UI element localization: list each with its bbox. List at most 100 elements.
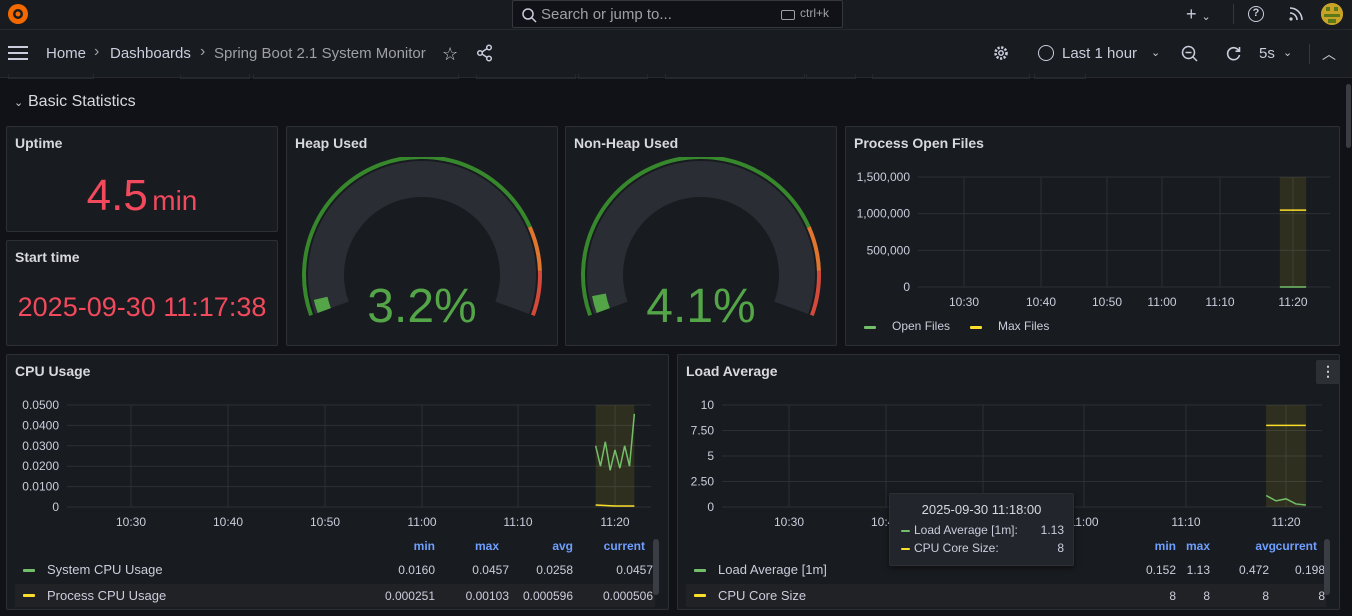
keyboard-icon bbox=[781, 10, 795, 20]
start-time-value: 2025-09-30 11:17:38 bbox=[17, 292, 267, 322]
x-tick-label: 11:00 bbox=[1147, 295, 1176, 309]
divider bbox=[1309, 44, 1310, 64]
x-tick-label: 11:10 bbox=[503, 515, 532, 529]
y-tick-label: 500,000 bbox=[867, 243, 911, 257]
time-picker-button[interactable]: Last 1 hour ⌄ bbox=[1030, 38, 1168, 70]
dashboard-nav-bar: Home › Dashboards › Spring Boot 2.1 Syst… bbox=[0, 30, 1352, 78]
panel-heap-used[interactable]: Heap Used 3.2% bbox=[286, 126, 558, 346]
table-header-max[interactable]: max bbox=[451, 539, 499, 553]
refresh-interval-picker[interactable]: 5s ⌄ bbox=[1252, 38, 1298, 70]
breadcrumb-dashboards[interactable]: Dashboards bbox=[110, 45, 191, 62]
legend-color-swatch bbox=[970, 326, 982, 329]
breadcrumb-current-dashboard: Spring Boot 2.1 System Monitor bbox=[214, 45, 426, 62]
y-tick-label: 0.0200 bbox=[22, 459, 59, 473]
panel-start-time[interactable]: Start time 2025-09-30 11:17:38 bbox=[6, 240, 278, 346]
heap-value: 3.2% bbox=[367, 280, 477, 333]
plus-icon: + bbox=[1186, 4, 1197, 24]
y-tick-label: 0.0400 bbox=[22, 418, 59, 432]
x-tick-label: 10:30 bbox=[949, 295, 979, 309]
hidden-variable-tab bbox=[665, 74, 805, 79]
clock-icon bbox=[1038, 45, 1054, 61]
hidden-variable-tab bbox=[476, 74, 576, 79]
new-menu-button[interactable]: + ⌄ bbox=[1186, 4, 1211, 25]
legend-row[interactable]: CPU Core Size 8 8 8 8 bbox=[686, 584, 1326, 607]
panel-load-average[interactable]: Load Average ⋮ 107.5052.50010:3010:4010:… bbox=[677, 354, 1340, 610]
legend-scrollbar[interactable] bbox=[1324, 539, 1330, 595]
star-icon[interactable]: ☆ bbox=[442, 44, 458, 65]
refresh-interval-label: 5s bbox=[1259, 45, 1275, 62]
x-tick-label: 11:00 bbox=[407, 515, 436, 529]
tooltip-value: 8 bbox=[1057, 541, 1064, 555]
y-tick-label: 2.50 bbox=[691, 475, 715, 489]
table-header-min[interactable]: min bbox=[387, 539, 435, 553]
chevron-down-icon: ⌄ bbox=[1201, 11, 1211, 23]
chart-tooltip: 2025-09-30 11:18:00 Load Average [1m]: 1… bbox=[889, 493, 1074, 566]
panel-uptime[interactable]: Uptime 4.5 min bbox=[6, 126, 278, 232]
non-heap-value: 4.1% bbox=[646, 280, 756, 333]
grafana-logo-icon[interactable] bbox=[6, 2, 30, 26]
table-header-max[interactable]: max bbox=[1162, 539, 1210, 553]
legend-scrollbar[interactable] bbox=[653, 539, 659, 595]
open-files-chart[interactable]: 1,500,000 1,000,000 500,000 0 10:30 10:40 10:5… bbox=[846, 157, 1339, 317]
legend-row[interactable]: System CPU Usage 0.0160 0.0457 0.0258 0.… bbox=[15, 559, 655, 582]
breadcrumb-home[interactable]: Home bbox=[46, 45, 86, 62]
legend-avg: 0.0258 bbox=[536, 563, 573, 577]
page-scrollbar[interactable] bbox=[1346, 84, 1351, 148]
x-tick-label: 11:20 bbox=[1271, 515, 1300, 529]
y-tick-label: 7.50 bbox=[691, 424, 715, 438]
panel-title: Heap Used bbox=[295, 135, 368, 151]
row-title: Basic Statistics bbox=[28, 93, 136, 110]
legend-label: Open Files bbox=[892, 319, 951, 333]
legend-label: Process CPU Usage bbox=[47, 588, 167, 603]
hidden-variable-tab bbox=[253, 74, 459, 79]
legend-min: 0.0160 bbox=[398, 563, 435, 577]
chevron-up-icon[interactable]: ︿ bbox=[1322, 44, 1336, 64]
y-tick-label: 0.0300 bbox=[22, 439, 59, 453]
x-tick-label: 10:40 bbox=[213, 515, 243, 529]
legend-row[interactable]: Process CPU Usage 0.000251 0.00103 0.000… bbox=[15, 584, 655, 607]
legend-current: 0.198 bbox=[1294, 563, 1325, 577]
hidden-variable-tab bbox=[8, 74, 94, 79]
table-header-avg[interactable]: avg bbox=[525, 539, 573, 553]
cpu-usage-chart[interactable]: 0.0500 0.0400 0.0300 0.0200 0.0100 0 10:30 10:4… bbox=[7, 385, 668, 535]
time-range-label: Last 1 hour bbox=[1062, 45, 1138, 62]
x-tick-label: 10:30 bbox=[116, 515, 146, 529]
panel-process-open-files[interactable]: Process Open Files 1,500,000 1,000,000 500… bbox=[845, 126, 1340, 346]
panel-title: CPU Usage bbox=[15, 363, 91, 379]
panel-menu-icon[interactable]: ⋮ bbox=[1316, 360, 1340, 384]
legend-color-swatch bbox=[694, 594, 706, 597]
zoom-out-icon[interactable] bbox=[1181, 45, 1198, 62]
news-rss-icon[interactable] bbox=[1288, 6, 1304, 22]
hidden-variable-tab bbox=[180, 74, 250, 79]
table-header-current[interactable]: current bbox=[1269, 539, 1317, 553]
table-header-current[interactable]: current bbox=[597, 539, 645, 553]
share-icon[interactable] bbox=[476, 44, 494, 62]
tooltip-swatch bbox=[901, 548, 910, 550]
y-tick-label: 0 bbox=[903, 280, 910, 294]
legend-max: 0.00103 bbox=[465, 589, 509, 603]
row-header-basic-statistics[interactable]: ⌄ Basic Statistics bbox=[10, 90, 210, 114]
legend-current: 8 bbox=[1318, 589, 1325, 603]
legend-max: 0.0457 bbox=[472, 563, 509, 577]
panel-non-heap-used[interactable]: Non-Heap Used 4.1% bbox=[565, 126, 837, 346]
panel-cpu-usage[interactable]: CPU Usage 0.0500 0.0400 0.0300 0.0200 0.0100… bbox=[6, 354, 669, 610]
legend-color-swatch bbox=[23, 594, 35, 597]
search-placeholder: Search or jump to... bbox=[541, 6, 672, 23]
legend-color-swatch bbox=[694, 569, 706, 572]
legend-max: 8 bbox=[1203, 589, 1210, 603]
gear-icon[interactable] bbox=[992, 44, 1010, 62]
chevron-down-icon: ⌄ bbox=[1283, 47, 1293, 59]
tooltip-label: Load Average [1m]: bbox=[914, 523, 1018, 537]
y-tick-label: 5 bbox=[707, 449, 714, 463]
x-tick-label: 10:50 bbox=[1092, 295, 1122, 309]
user-avatar[interactable] bbox=[1321, 3, 1343, 25]
search-bar[interactable]: Search or jump to... ctrl+k bbox=[512, 0, 843, 28]
chevron-down-icon: ⌄ bbox=[14, 97, 24, 109]
menu-icon[interactable] bbox=[8, 46, 28, 60]
y-tick-label: 0.0100 bbox=[22, 480, 59, 494]
help-icon[interactable]: ? bbox=[1248, 6, 1264, 22]
legend-label: Load Average [1m] bbox=[718, 562, 827, 577]
legend-current: 0.0457 bbox=[616, 563, 653, 577]
y-tick-label: 0 bbox=[52, 500, 59, 514]
refresh-icon[interactable] bbox=[1225, 45, 1242, 62]
